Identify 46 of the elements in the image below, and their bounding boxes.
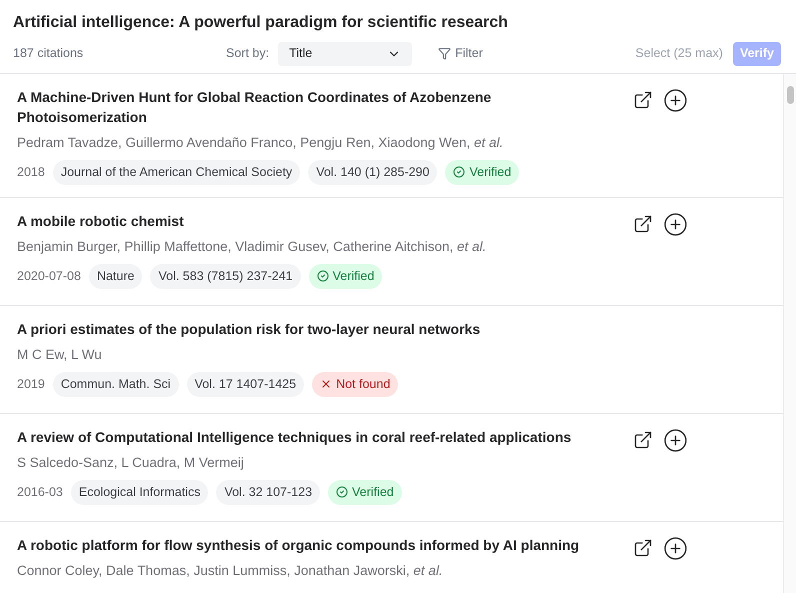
- select-hint: Select (25 max): [635, 45, 723, 62]
- volume-tag: Vol. 583 (7815) 237-241: [150, 264, 301, 288]
- verified-badge: Verified: [328, 480, 402, 504]
- external-link-icon[interactable]: [633, 90, 653, 110]
- publication-date: 2016-03: [17, 484, 63, 501]
- volume-tag: Vol. 17 1407-1425: [186, 372, 304, 396]
- verified-badge: Verified: [308, 264, 382, 288]
- check-icon: [453, 166, 466, 178]
- journal-tag: Ecological Informatics: [70, 480, 208, 504]
- external-link-icon[interactable]: [633, 538, 653, 558]
- sort-select[interactable]: Title: [278, 42, 412, 66]
- add-icon[interactable]: [663, 212, 688, 237]
- publication-date: 2018: [17, 164, 45, 181]
- external-link-icon[interactable]: [633, 214, 653, 234]
- check-icon: [316, 270, 329, 282]
- journal-tag: Journal of the American Chemical Society: [52, 160, 300, 185]
- citation-title[interactable]: A priori estimates of the population risk for two-layer neural networks: [17, 318, 617, 339]
- citation-title[interactable]: A mobile robotic chemist: [17, 210, 617, 231]
- publication-date: 2019: [17, 376, 45, 393]
- volume-tag: Vol. 140 (1) 285-290: [308, 160, 438, 185]
- citation-title[interactable]: A review of Computational Intelligence techniques in coral reef-related applications: [17, 426, 617, 447]
- page-title: Artificial intelligence: A powerful paradigm for scientific research: [13, 13, 509, 33]
- add-icon[interactable]: [663, 536, 688, 561]
- journal-tag: Commun. Math. Sci: [52, 372, 179, 396]
- citation-count: 187 citations: [13, 45, 84, 62]
- author-list: Benjamin Burger, Phillip Maffettone, Vladimir Gusev, Catherine Aitchison, et al.: [17, 236, 617, 257]
- author-list: Connor Coley, Dale Thomas, Justin Lummiss, Jonathan Jaworski, et al.: [17, 560, 617, 581]
- external-link-icon[interactable]: [633, 430, 653, 450]
- verified-badge: Verified: [445, 160, 520, 185]
- citation-title[interactable]: A Machine-Driven Hunt for Global Reaction Coordinates of Azobenzene Photoisomerization: [17, 87, 617, 127]
- filter-button[interactable]: Filter: [438, 44, 483, 63]
- author-list: S Salcedo-Sanz, L Cuadra, M Vermeij: [17, 452, 617, 473]
- author-list: M C Ew, L Wu: [17, 344, 617, 365]
- scrollbar-thumb[interactable]: [786, 86, 794, 104]
- add-icon[interactable]: [663, 428, 688, 453]
- check-icon: [336, 486, 348, 498]
- citation-title[interactable]: A robotic platform for flow synthesis of organic compounds informed by AI planning: [17, 534, 617, 555]
- not-found-badge: Not found: [312, 372, 398, 396]
- filter-icon: [438, 47, 452, 60]
- cross-icon: [320, 378, 332, 390]
- publication-date: 2020-07-08: [17, 268, 81, 285]
- add-icon[interactable]: [663, 88, 688, 113]
- journal-tag: Nature: [88, 264, 142, 288]
- sort-label: Sort by:: [226, 45, 270, 62]
- volume-tag: Vol. 32 107-123: [216, 480, 320, 504]
- author-list: Pedram Tavadze, Guillermo Avendaño Franco, Pengju Ren, Xiaodong Wen, et al.: [17, 133, 617, 153]
